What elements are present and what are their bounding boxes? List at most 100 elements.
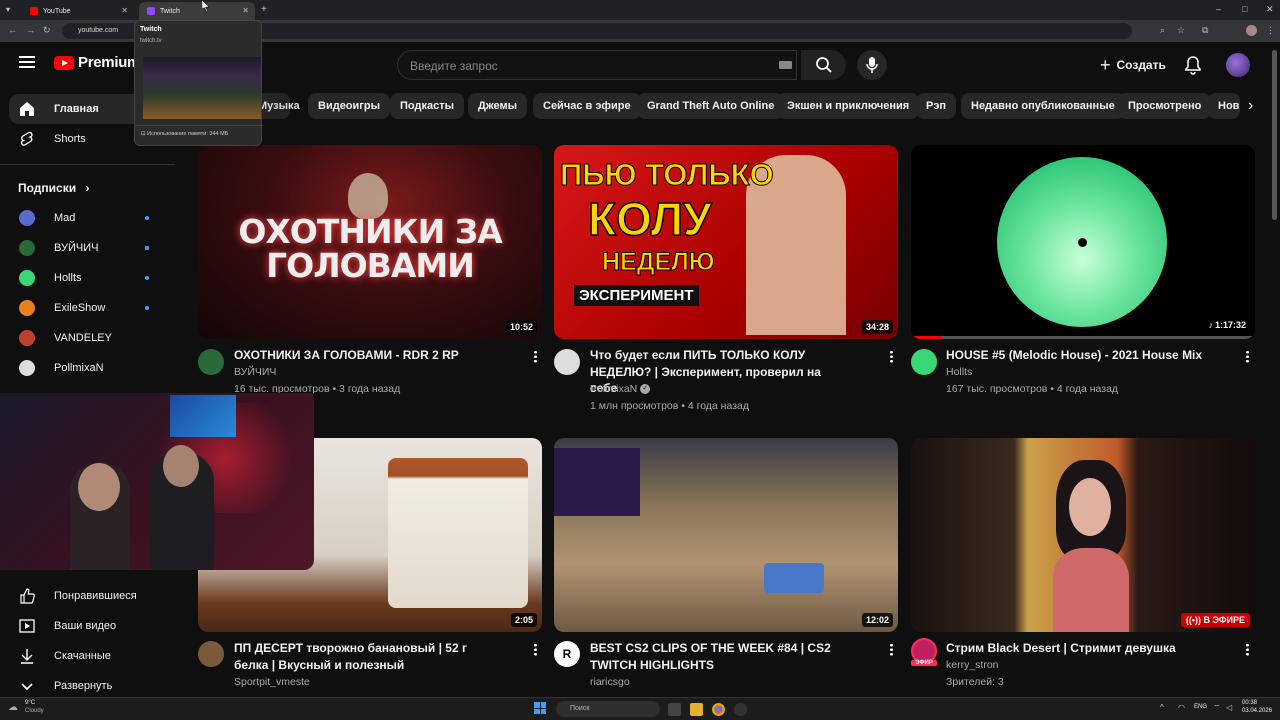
sidebar-sub-vandeley[interactable]: VANDELEY [0,323,175,353]
reload-icon[interactable]: ↻ [43,25,51,36]
chip-rap[interactable]: Рэп [916,93,957,119]
channel-name: PollmixaN [590,383,638,395]
voice-search-button[interactable] [857,50,887,80]
channel-avatar[interactable] [911,349,937,375]
back-icon[interactable]: ← [8,25,17,35]
channel-avatar [19,360,35,376]
video-thumbnail[interactable]: ♪ 1:17:32 [911,145,1255,339]
more-actions-icon[interactable] [890,643,893,656]
record-center-dot [1078,238,1087,247]
tab-search-icon[interactable]: ▾ [6,5,10,14]
chip-label: Рэп [926,100,947,112]
create-button[interactable]: + Создать [1092,50,1174,80]
thumb-up-icon [20,588,35,604]
youtube-premium-logo[interactable]: Premium [54,54,140,71]
network-icon[interactable]: ◠ [1178,703,1185,712]
taskbar-search[interactable]: Поиск [556,701,660,717]
extensions-icon[interactable]: ⧉ [1202,25,1208,36]
sidebar-sub-mad[interactable]: Mad [0,203,175,233]
sidebar-sub-pollmixan[interactable]: PollmixaN [0,353,175,383]
more-actions-icon[interactable] [1246,643,1249,656]
tab-hover-preview: Twitch twitch.tv ⊡ Использование памяти:… [134,20,263,146]
forward-icon[interactable]: → [26,25,35,35]
video-title[interactable]: HOUSE #5 (Melodic House) - 2021 House Mi… [946,347,1226,364]
channel-name-row[interactable]: PollmixaN ✓ [590,381,651,398]
channel-name[interactable]: kerry_stron [946,657,999,674]
chip-new[interactable]: Нов [1208,93,1240,119]
close-icon[interactable]: ✕ [121,6,128,15]
chip-jams[interactable]: Джемы [468,93,527,119]
wifi-icon[interactable]: ⌔ [1213,703,1221,713]
more-actions-icon[interactable] [890,350,893,363]
clock-time[interactable]: 00:38 [1242,700,1257,706]
thumbnail-text: НЕДЕЛЮ [602,248,716,276]
person-right-face [163,445,199,487]
channel-name[interactable]: ВУЙЧИЧ [234,364,276,381]
sidebar-sub-exileshow[interactable]: ExileShow [0,293,175,323]
video-title[interactable]: ПП ДЕСЕРТ творожно банановый | 52 г белк… [234,640,494,673]
tab-youtube[interactable]: YouTube ✕ [22,2,134,20]
video-title[interactable]: ОХОТНИКИ ЗА ГОЛОВАМИ - RDR 2 RP [234,347,494,364]
page-scrollbar[interactable] [1272,50,1277,220]
video-title[interactable]: BEST CS2 CLIPS OF THE WEEK #84 | CS2 TWI… [590,640,860,673]
close-window-icon[interactable]: ✕ [1266,4,1274,15]
channel-name[interactable]: Sportpit_vmeste [234,674,310,691]
chip-videogames[interactable]: Видеоигры [308,93,390,119]
obs-icon[interactable] [734,703,747,716]
sidebar-sub-hollts[interactable]: Hollts [0,263,175,293]
task-view-icon[interactable] [668,703,681,716]
keyboard-icon[interactable] [779,61,792,69]
subscriptions-heading[interactable]: Подписки › [18,181,89,195]
tray-chevron-icon[interactable]: ^ [1160,703,1164,712]
video-thumbnail[interactable]: 12:02 [554,438,898,632]
volume-icon[interactable]: ◁ [1226,703,1232,712]
chip-live-now[interactable]: Сейчас в эфире [533,93,641,119]
more-actions-icon[interactable] [534,350,537,363]
minimize-icon[interactable]: – [1216,4,1221,14]
video-duration: 12:02 [861,613,893,627]
channel-avatar[interactable]: R [554,641,580,667]
chip-gta-online[interactable]: Grand Theft Auto Online [637,93,785,119]
chrome-icon[interactable] [712,703,725,716]
channel-avatar[interactable] [198,641,224,667]
tab-twitch[interactable]: Twitch ✕ [139,2,255,20]
new-tab-icon[interactable]: + [261,4,267,15]
user-avatar[interactable] [1226,53,1250,77]
language-indicator[interactable]: ENG [1194,704,1207,710]
more-actions-icon[interactable] [1246,350,1249,363]
chip-recently-uploaded[interactable]: Недавно опубликованные [961,93,1125,119]
chip-action-adventure[interactable]: Экшен и приключения [777,93,920,119]
chips-next-arrow-icon[interactable]: › [1240,90,1270,122]
hamburger-menu-icon[interactable] [19,56,35,68]
search-button[interactable] [801,50,846,80]
more-actions-icon[interactable] [534,643,537,656]
video-thumbnail[interactable]: ((•)) В ЭФИРЕ [911,438,1255,632]
video-thumbnail[interactable]: ОХОТНИКИ ЗА ГОЛОВАМИ 10:52 [198,145,542,339]
channel-name[interactable]: Hollts [946,364,972,381]
profile-icon[interactable] [1246,25,1257,36]
chip-watched[interactable]: Просмотрено [1118,93,1212,119]
chip-podcasts[interactable]: Подкасты [390,93,464,119]
notifications-bell-icon[interactable] [1184,55,1202,75]
chip-label: Джемы [478,100,517,112]
video-title[interactable]: Стрим Black Desert | Стримит девушка [946,640,1226,657]
sidebar-item-your-videos[interactable]: Ваши видео [0,611,175,641]
plus-icon: + [1100,54,1111,75]
sidebar-sub-vuychich[interactable]: ВУЙЧИЧ [0,233,175,263]
close-icon[interactable]: ✕ [242,6,249,15]
channel-avatar[interactable] [554,349,580,375]
zoom-icon[interactable]: ⌕ [1160,25,1165,36]
sidebar-item-liked[interactable]: Понравившиеся [0,581,175,611]
sidebar-item-label: ExileShow [54,302,106,314]
menu-kebab-icon[interactable]: ⋮ [1266,25,1275,36]
channel-avatar[interactable] [198,349,224,375]
sidebar-item-downloads[interactable]: Скачанные [0,641,175,671]
bookmark-star-icon[interactable]: ☆ [1177,25,1185,36]
weather-temp[interactable]: 9°C [25,700,35,706]
search-input[interactable]: Введите запрос [397,50,797,80]
video-thumbnail[interactable]: ПЬЮ ТОЛЬКО КОЛУ НЕДЕЛЮ ЭКСПЕРИМЕНТ 34:28 [554,145,898,339]
file-explorer-icon[interactable] [690,703,703,716]
maximize-icon[interactable]: □ [1242,4,1247,14]
windows-start-icon[interactable] [534,702,546,714]
channel-name[interactable]: riaricsgo [590,674,630,691]
